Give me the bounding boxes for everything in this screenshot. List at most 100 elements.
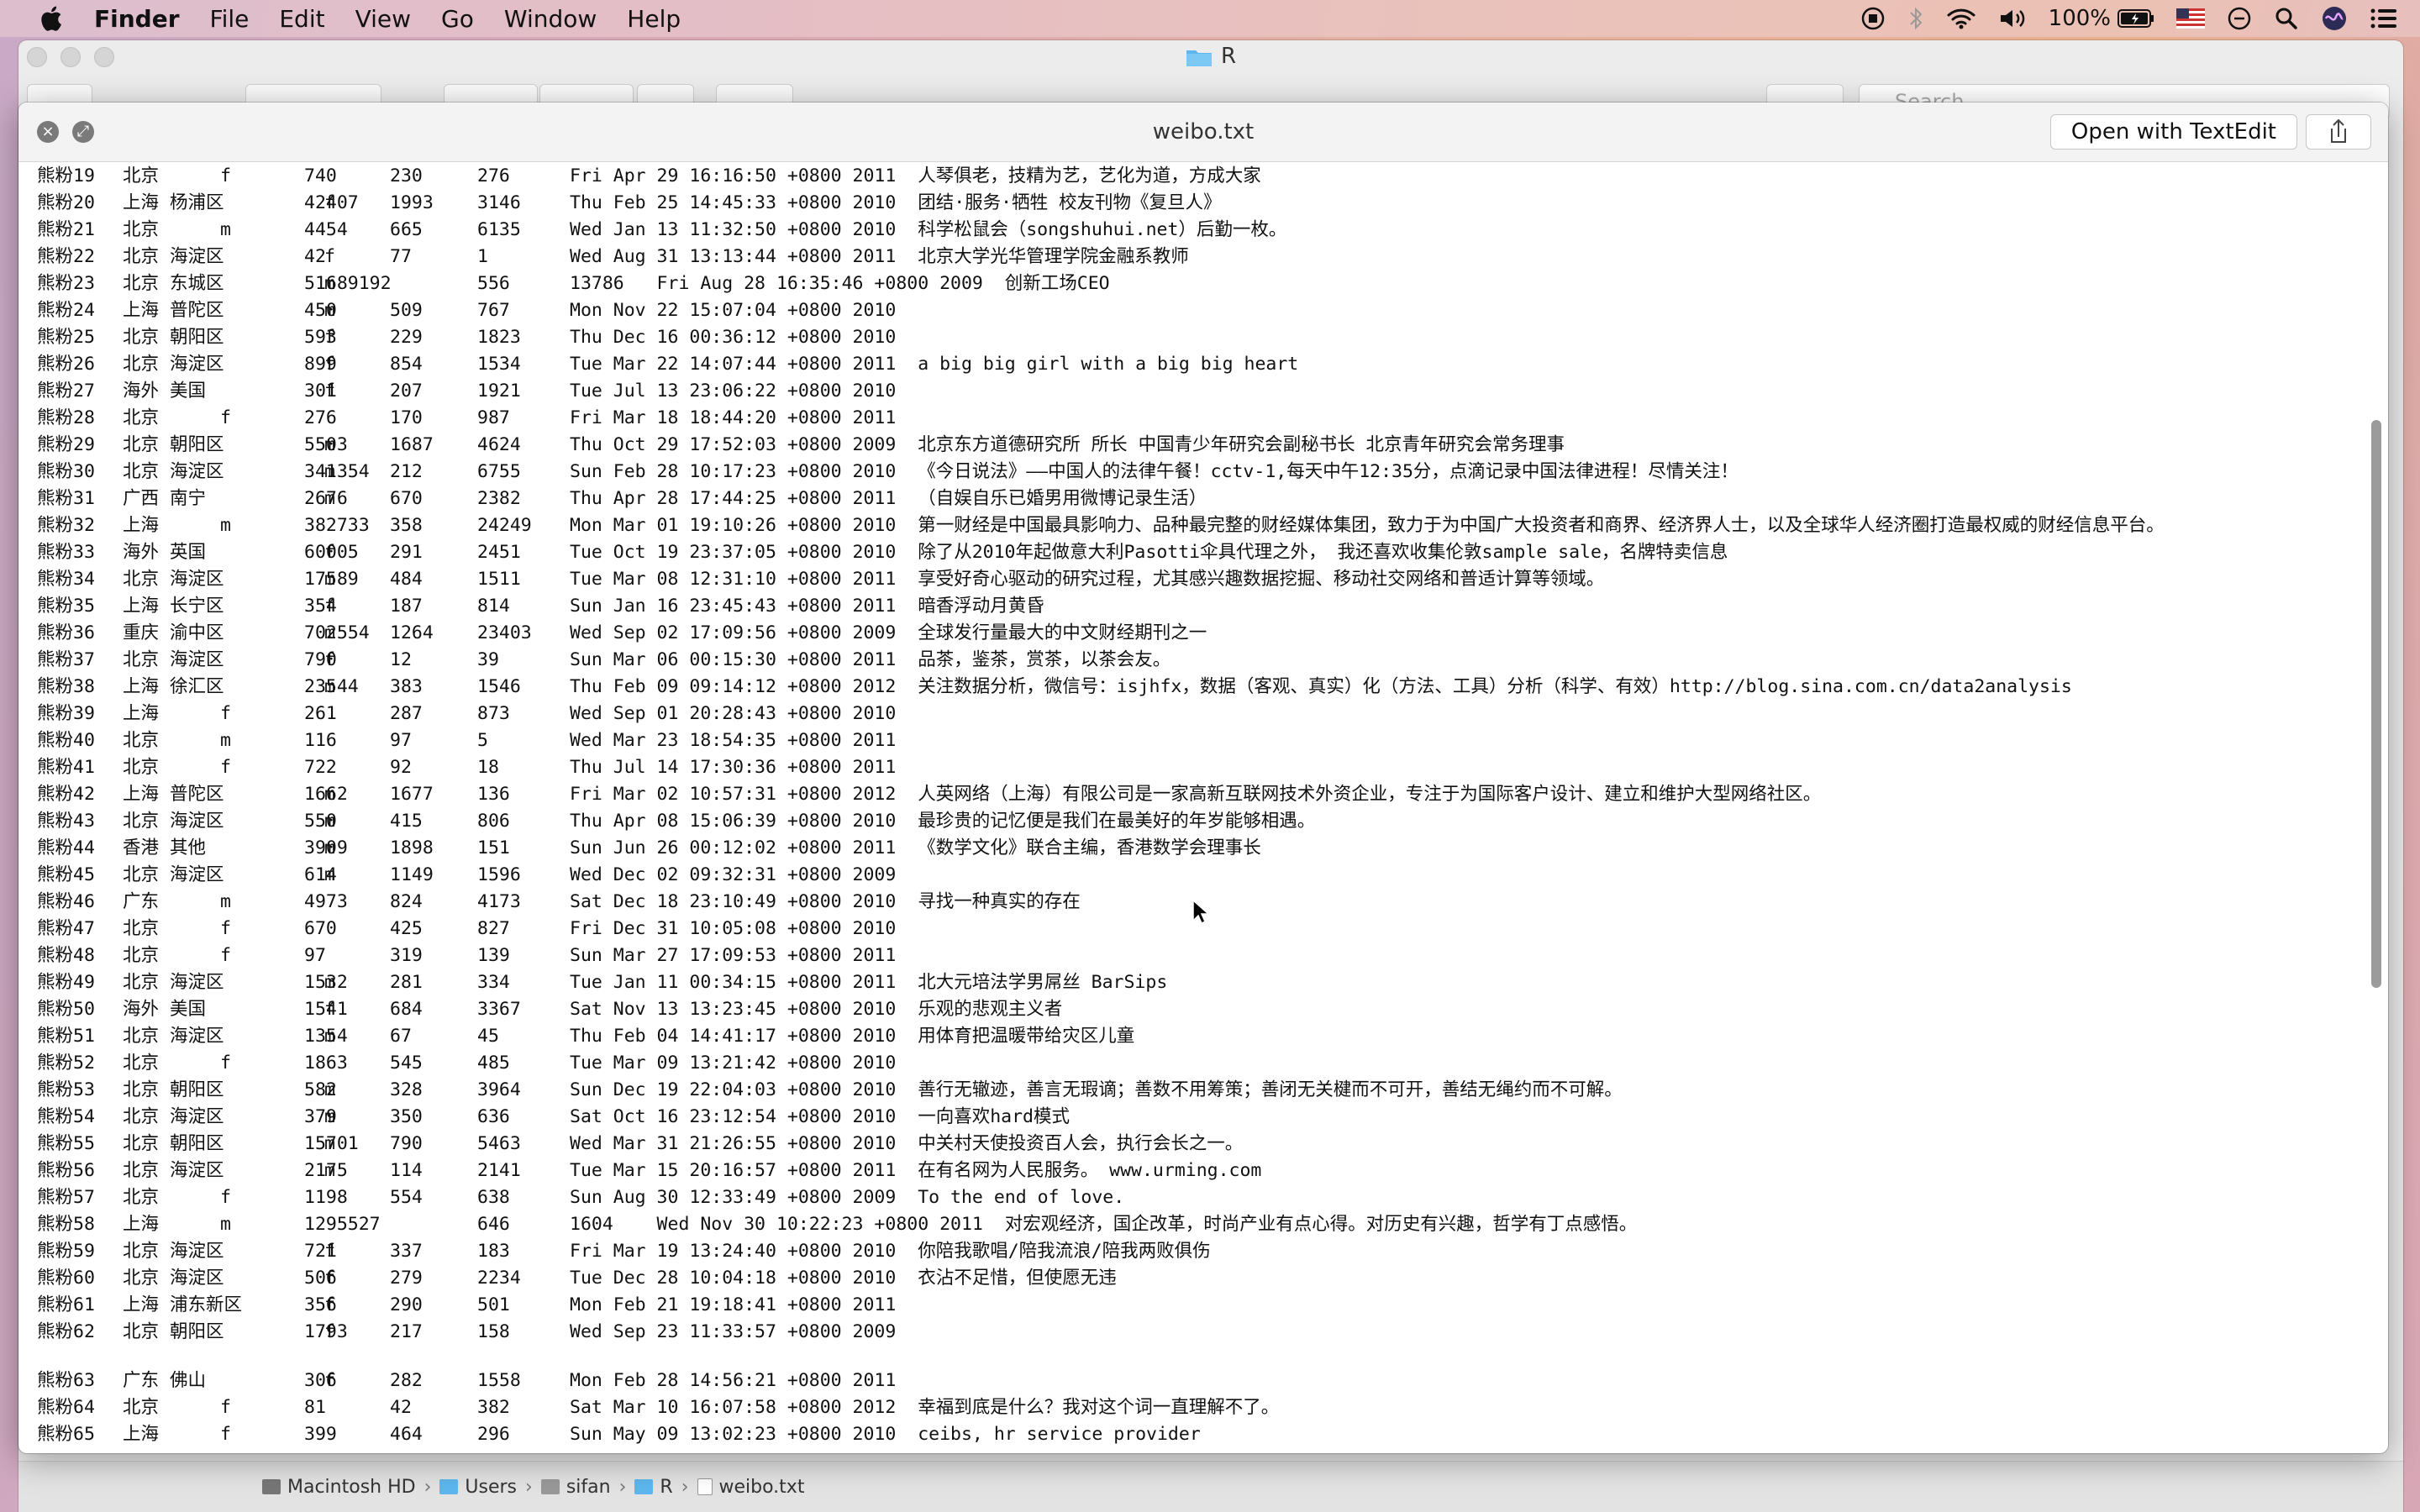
cell-d: 1532 — [304, 972, 348, 993]
cell-b: 上海 长宁区 — [123, 596, 224, 617]
cell-a: 熊粉34 — [37, 569, 95, 590]
cell-c: f — [220, 703, 231, 724]
path-item-r[interactable]: R — [634, 1477, 673, 1498]
cell-d: 593 — [304, 327, 337, 348]
cell-g: Fri Apr 29 16:16:50 +0800 2011 人琴俱老，技精为艺… — [570, 165, 1261, 186]
cell-c: f — [220, 407, 231, 428]
menu-file[interactable]: File — [210, 5, 250, 33]
cell-a: 熊粉39 — [37, 703, 95, 724]
cell-g: Fri Mar 02 10:57:31 +0800 2012 人英网络（上海）有… — [570, 784, 1822, 805]
record-icon[interactable] — [1860, 6, 1886, 31]
cell-d: 341354 — [304, 461, 370, 482]
cell-f: 1921 — [477, 381, 521, 402]
cell-b: 上海 — [123, 1424, 160, 1445]
siri-icon[interactable] — [2321, 5, 2348, 32]
bluetooth-icon[interactable] — [1907, 6, 1924, 31]
cell-e: 854 — [390, 354, 423, 375]
cell-e: 114 — [390, 1160, 423, 1181]
cell-g: Mon Feb 28 14:56:21 +0800 2011 — [570, 1370, 897, 1391]
cell-c: f — [220, 757, 231, 778]
open-with-textedit-button[interactable]: Open with TextEdit — [2049, 114, 2297, 150]
vertical-scrollbar[interactable] — [2371, 420, 2381, 988]
cell-a: 熊粉29 — [37, 434, 95, 455]
cell-e: 665 — [390, 219, 423, 240]
cell-a: 熊粉44 — [37, 837, 95, 858]
cell-d: 5503 — [304, 434, 348, 455]
cell-f: 3964 — [477, 1079, 521, 1100]
cell-a: 熊粉46 — [37, 891, 95, 912]
cell-d: 354 — [304, 596, 337, 617]
cell-d: 702554 — [304, 622, 370, 643]
cell-g: Tue Oct 19 23:37:05 +0800 2010 除了从2010年起… — [570, 542, 1728, 563]
cell-d: 17589 — [304, 569, 359, 590]
cell-e: 229 — [390, 327, 423, 348]
menu-edit[interactable]: Edit — [279, 5, 324, 33]
menu-app-name[interactable]: Finder — [94, 5, 180, 33]
path-item-users[interactable]: Users — [439, 1477, 517, 1498]
path-item-macintosh-hd[interactable]: Macintosh HD — [262, 1477, 416, 1498]
quicklook-title: weibo.txt — [1152, 119, 1255, 144]
cell-d: 722 — [304, 757, 337, 778]
cell-b: 广东 佛山 — [123, 1370, 206, 1391]
cell-e: 282 — [390, 1370, 423, 1391]
cell-b: 北京 海淀区 — [123, 972, 224, 993]
cell-a: 熊粉61 — [37, 1294, 95, 1315]
menu-help[interactable]: Help — [627, 5, 681, 33]
cell-g: Thu Jul 14 17:30:36 +0800 2011 — [570, 757, 897, 778]
text-line: 熊粉49 北京 海淀区 m 1532 281 334 Tue Jan 11 00:34:15… — [37, 969, 2356, 996]
cell-b: 广东 — [123, 891, 160, 912]
cell-b: 北京 海淀区 — [123, 649, 224, 670]
cell-g: Wed Dec 02 09:32:31 +0800 2009 — [570, 864, 897, 885]
apple-menu-icon[interactable] — [37, 4, 64, 33]
battery-icon[interactable] — [2118, 8, 2154, 29]
cell-e: 790 — [390, 1133, 423, 1154]
volume-icon[interactable] — [1998, 7, 2027, 30]
cell-g: Tue Jul 13 23:06:22 +0800 2010 — [570, 381, 897, 402]
path-item-weibo-txt[interactable]: weibo.txt — [697, 1477, 804, 1498]
menu-window[interactable]: Window — [504, 5, 597, 33]
cell-e: 319 — [390, 945, 423, 966]
path-item-sifan[interactable]: sifan — [540, 1477, 611, 1498]
text-content[interactable]: 熊粉19 北京 f 740 230 276 Fri Apr 29 16:16:50 +080… — [37, 163, 2356, 1453]
cell-f: 276 — [477, 165, 510, 186]
cell-d: 399 — [304, 1424, 337, 1445]
cell-f: 5 — [477, 730, 488, 751]
spotlight-search-icon[interactable] — [2274, 6, 2299, 31]
cell-b: 北京 — [123, 730, 160, 751]
cell-e: 358 — [390, 515, 423, 536]
cell-e: 67 — [390, 1026, 412, 1047]
cell-a: 熊粉31 — [37, 488, 95, 509]
cell-e: 12 — [390, 649, 412, 670]
battery-percent: 100% — [2048, 6, 2111, 31]
cell-d: 306 — [304, 1370, 337, 1391]
cell-g: Sun Jan 16 23:45:43 +0800 2011 暗香浮动月黄昏 — [570, 596, 1044, 617]
text-line: 熊粉65 上海 f 399 464 296 Sun May 09 13:02:23 +080… — [37, 1421, 2356, 1448]
text-line: 熊粉33 海外 英国 f 60005 291 2451 Tue Oct 19 23:37:0… — [37, 539, 2356, 566]
cell-g: 13786 Fri Aug 28 16:35:46 +0800 2009 创新工… — [570, 273, 1110, 294]
quicklook-share-button[interactable] — [2306, 114, 2371, 150]
notification-center-icon[interactable] — [2370, 7, 2398, 30]
input-source-flag-icon[interactable] — [2176, 8, 2205, 29]
cell-f: 646 — [477, 1214, 510, 1235]
menu-view[interactable]: View — [355, 5, 411, 33]
cell-a: 熊粉33 — [37, 542, 95, 563]
text-line: 熊粉56 北京 海淀区 m 2175 114 2141 Tue Mar 15 20:16:5… — [37, 1158, 2356, 1184]
cell-d: 614 — [304, 864, 337, 885]
cell-d: 356 — [304, 1294, 337, 1315]
cell-d: 51689192 — [304, 273, 392, 294]
wifi-icon[interactable] — [1946, 7, 1976, 30]
cell-b: 北京 — [123, 219, 160, 240]
cell-b: 上海 普陀区 — [123, 784, 224, 805]
cell-b: 北京 海淀区 — [123, 1268, 224, 1289]
clock-icon[interactable] — [2227, 6, 2252, 31]
cell-a: 熊粉38 — [37, 676, 95, 697]
cell-c: f — [220, 1397, 231, 1418]
cell-d: 276 — [304, 407, 337, 428]
menu-go[interactable]: Go — [441, 5, 474, 33]
cell-f: 806 — [477, 811, 510, 832]
cell-a: 熊粉21 — [37, 219, 95, 240]
cell-d: 582 — [304, 1079, 337, 1100]
text-line: 熊粉48 北京 f 97 319 139 Sun Mar 27 17:09:53 +0800… — [37, 942, 2356, 969]
cell-e: 92 — [390, 757, 412, 778]
cell-a: 熊粉26 — [37, 354, 95, 375]
